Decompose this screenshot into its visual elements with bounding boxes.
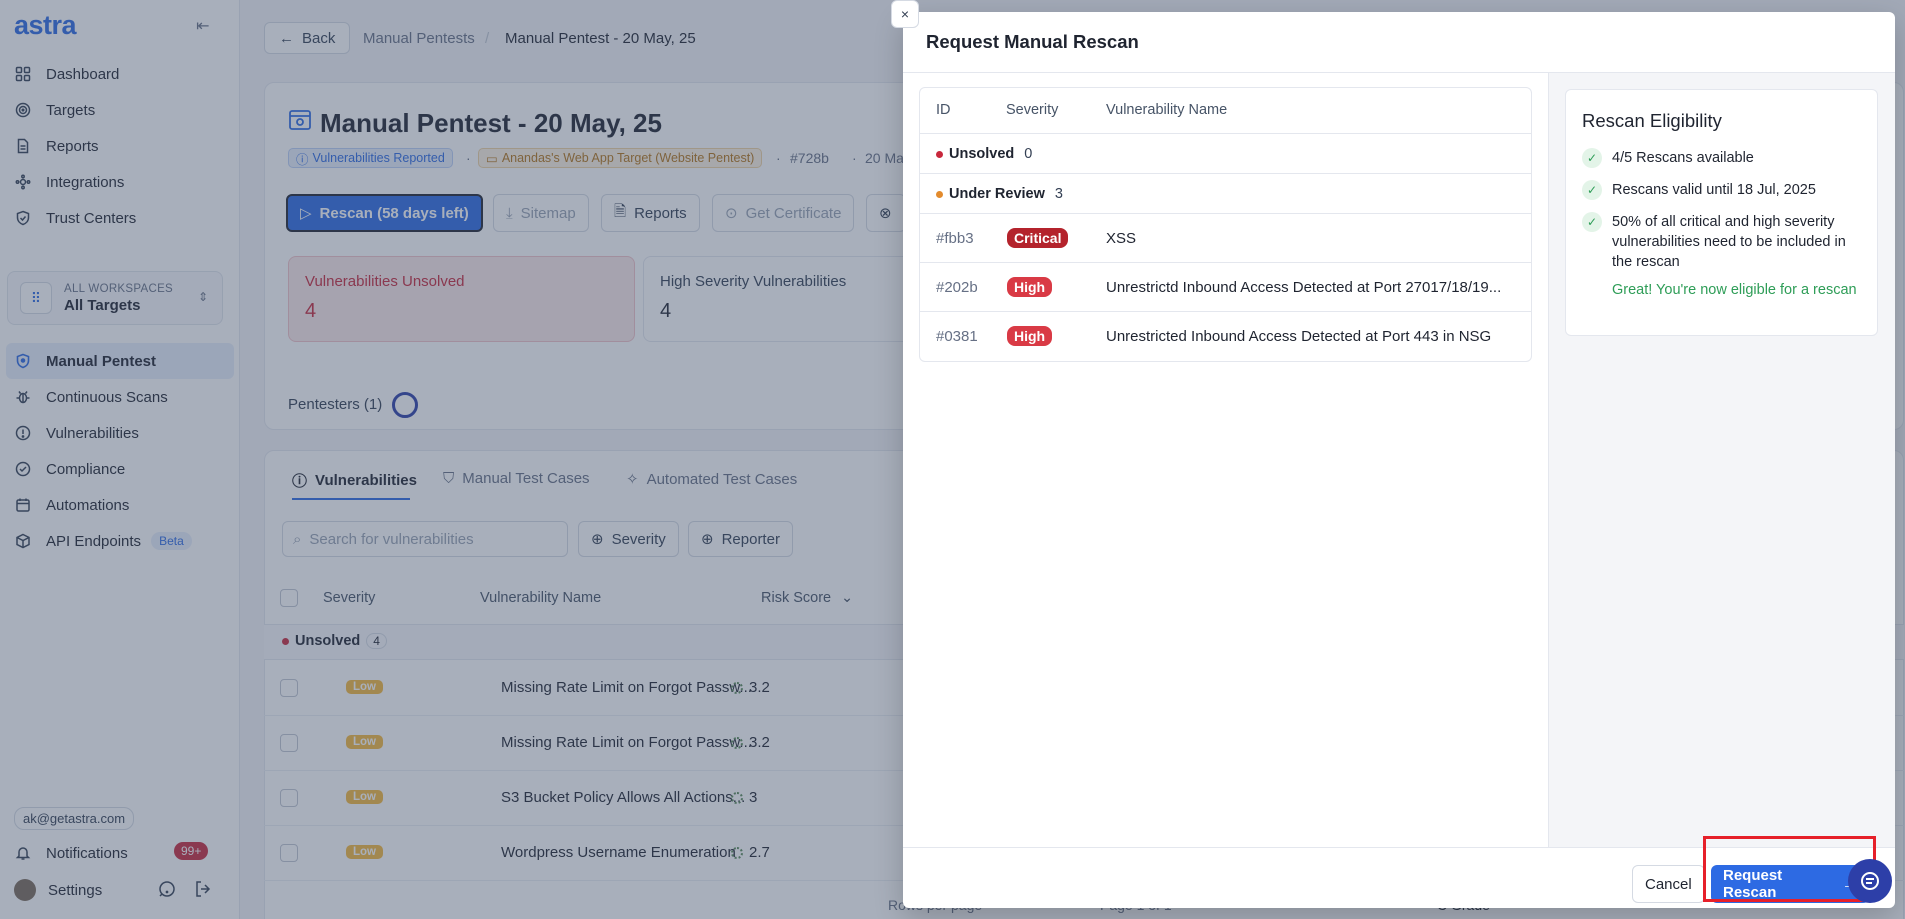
status-dot bbox=[936, 150, 943, 158]
group-label-text: Unsolved bbox=[949, 146, 1015, 162]
eligibility-item-text: Rescans valid until 18 Jul, 2025 bbox=[1612, 182, 1816, 198]
check-icon: ✓ bbox=[1582, 180, 1602, 200]
group-label-text: Under Review bbox=[949, 186, 1045, 202]
rescan-table-header: ID Severity Vulnerability Name bbox=[920, 88, 1531, 134]
vulnerability-id: #0381 bbox=[936, 328, 978, 345]
severity-badge: Critical bbox=[1007, 228, 1069, 248]
group-label: Unsolved 0 bbox=[936, 146, 1032, 162]
column-id: ID bbox=[936, 102, 951, 118]
cancel-button[interactable]: Cancel bbox=[1632, 865, 1705, 903]
modal-title: Request Manual Rescan bbox=[926, 31, 1139, 52]
table-row[interactable]: #fbb3 Critical XSS bbox=[920, 214, 1531, 263]
rescan-eligibility-panel: Rescan Eligibility ✓ 4/5 Rescans availab… bbox=[1548, 73, 1895, 847]
eligibility-item-text: 4/5 Rescans available bbox=[1612, 150, 1754, 166]
column-vulnerability-name: Vulnerability Name bbox=[1106, 102, 1228, 118]
eligibility-item-text: 50% of all critical and high severity vu… bbox=[1612, 214, 1846, 270]
eligibility-item: ✓ 50% of all critical and high severity … bbox=[1582, 212, 1867, 272]
group-row-under-review[interactable]: Under Review 3 bbox=[920, 174, 1531, 214]
table-row[interactable]: #202b High Unrestrictd Inbound Access De… bbox=[920, 263, 1531, 312]
severity-badge: High bbox=[1007, 326, 1053, 346]
chat-support-icon[interactable] bbox=[1848, 859, 1892, 903]
group-count: 0 bbox=[1024, 146, 1033, 162]
rescan-table: ID Severity Vulnerability Name Unsolved … bbox=[919, 87, 1532, 362]
vulnerability-name: Unrestrictd Inbound Access Detected at P… bbox=[1106, 279, 1502, 296]
severity-badge: High bbox=[1007, 277, 1053, 297]
vulnerability-id: #fbb3 bbox=[936, 230, 974, 247]
vulnerability-name: XSS bbox=[1106, 230, 1137, 247]
group-count: 3 bbox=[1054, 186, 1063, 202]
group-row-unsolved[interactable]: Unsolved 0 bbox=[920, 134, 1531, 174]
vulnerability-id: #202b bbox=[936, 279, 978, 296]
column-severity: Severity bbox=[1006, 102, 1059, 118]
table-row[interactable]: #0381 High Unrestricted Inbound Access D… bbox=[920, 312, 1531, 361]
eligibility-item: ✓ Rescans valid until 18 Jul, 2025 bbox=[1582, 180, 1867, 200]
eligibility-item: ✓ 4/5 Rescans available bbox=[1582, 148, 1867, 168]
check-icon: ✓ bbox=[1582, 212, 1602, 232]
close-icon[interactable]: × bbox=[891, 0, 919, 28]
eligibility-status: Great! You're now eligible for a rescan bbox=[1612, 282, 1857, 298]
vulnerability-name: Unrestricted Inbound Access Detected at … bbox=[1106, 328, 1492, 345]
eligibility-card: Rescan Eligibility ✓ 4/5 Rescans availab… bbox=[1565, 89, 1878, 336]
request-rescan-modal: × Request Manual Rescan ID Severity Vuln… bbox=[891, 0, 1895, 908]
rescan-vulnerability-list: ID Severity Vulnerability Name Unsolved … bbox=[903, 73, 1548, 847]
check-icon: ✓ bbox=[1582, 148, 1602, 168]
eligibility-title: Rescan Eligibility bbox=[1582, 110, 1722, 131]
status-dot bbox=[936, 190, 943, 198]
group-label: Under Review 3 bbox=[936, 186, 1063, 202]
